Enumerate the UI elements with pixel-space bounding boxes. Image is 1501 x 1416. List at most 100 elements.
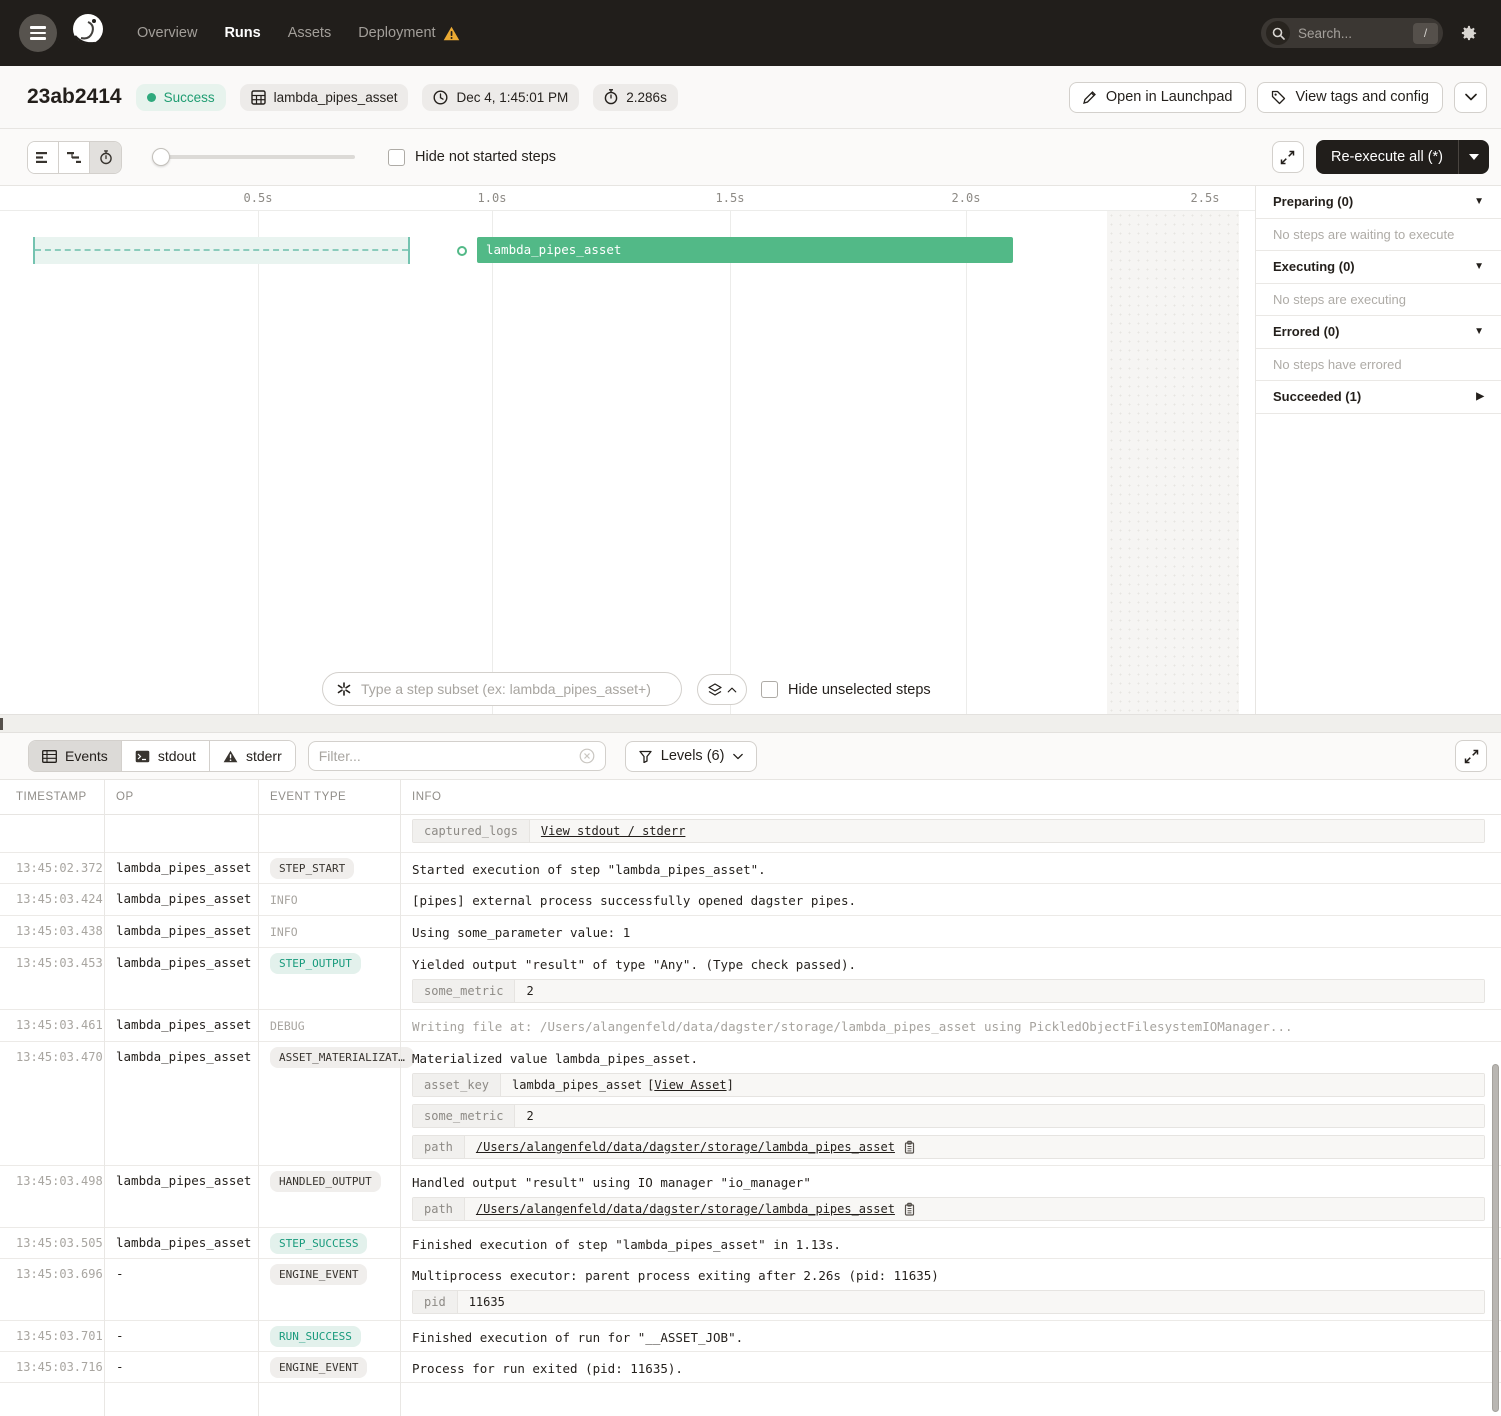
- reexecute-dropdown-button[interactable]: [1458, 140, 1489, 174]
- step-subset-filter[interactable]: [322, 672, 682, 706]
- hamburger-menu-button[interactable]: [19, 14, 57, 52]
- metadata-value-link[interactable]: /Users/alangenfeld/data/dagster/storage/…: [476, 1140, 895, 1154]
- layers-icon: [708, 683, 722, 697]
- global-search[interactable]: /: [1261, 18, 1443, 48]
- section-preparing-header[interactable]: Preparing (0) ▼: [1256, 186, 1501, 219]
- panel-splitter[interactable]: [0, 714, 1501, 733]
- vertical-scrollbar-thumb[interactable]: [1492, 1064, 1499, 1412]
- view-mode-flat-button[interactable]: [28, 142, 59, 173]
- tab-stdout[interactable]: stdout: [122, 741, 210, 771]
- copy-icon[interactable]: [903, 1202, 916, 1216]
- metadata-value: View stdout / stderr: [530, 820, 1484, 842]
- axis-tick: 1.0s: [468, 191, 516, 205]
- section-preparing-body: No steps are waiting to execute: [1256, 219, 1501, 252]
- open-in-launchpad-button[interactable]: Open in Launchpad: [1069, 82, 1247, 113]
- gridline: [258, 211, 259, 714]
- metadata-value: /Users/alangenfeld/data/dagster/storage/…: [465, 1136, 1484, 1158]
- event-message: Yielded output "result" of type "Any". (…: [412, 954, 1485, 972]
- splitter-handle[interactable]: [0, 718, 3, 730]
- table-icon: [42, 750, 57, 763]
- primary-nav: Overview Runs Assets Deployment: [137, 25, 460, 41]
- events-fullscreen-button[interactable]: [1455, 740, 1487, 772]
- view-mode-waterfall-button[interactable]: [59, 142, 90, 173]
- search-input[interactable]: [1298, 26, 1398, 41]
- gantt-step-bar[interactable]: lambda_pipes_asset: [477, 237, 1013, 263]
- view-tags-config-button[interactable]: View tags and config: [1257, 82, 1443, 113]
- section-title: Errored (0): [1273, 324, 1339, 339]
- reexecute-all-button[interactable]: Re-execute all (*): [1316, 140, 1458, 174]
- run-actions-dropdown-button[interactable]: [1454, 82, 1487, 113]
- tab-stderr[interactable]: stderr: [210, 741, 295, 771]
- log-filter[interactable]: [308, 741, 606, 771]
- nav-item-deployment[interactable]: Deployment: [358, 25, 459, 41]
- caret-right-icon: ▶: [1476, 391, 1484, 402]
- view-mode-timed-button[interactable]: [90, 142, 121, 173]
- dagster-logo-icon: [67, 10, 109, 52]
- metadata-value-link[interactable]: /Users/alangenfeld/data/dagster/storage/…: [476, 1202, 895, 1216]
- chevron-down-icon: [1465, 93, 1477, 101]
- gear-icon[interactable]: [1459, 24, 1478, 43]
- metadata-value-text: 11635: [469, 1295, 505, 1309]
- metadata-key: path: [413, 1136, 465, 1158]
- metadata-value: 2: [515, 980, 1484, 1002]
- step-waiting-span: [33, 237, 410, 264]
- col-op: OP: [104, 791, 258, 803]
- graph-query-toggle-button[interactable]: [697, 674, 747, 705]
- view-asset-link[interactable]: View Asset: [654, 1078, 726, 1092]
- step-status-panel: Preparing (0) ▼ No steps are waiting to …: [1255, 186, 1501, 714]
- event-type-badge: STEP_SUCCESS: [270, 1233, 367, 1254]
- event-timestamp: 13:45:03.696: [16, 1267, 103, 1281]
- log-filter-input[interactable]: [319, 748, 579, 764]
- section-executing-header[interactable]: Executing (0) ▼: [1256, 251, 1501, 284]
- metadata-tag: captured_logsView stdout / stderr: [412, 819, 1485, 843]
- event-op: -: [116, 1328, 124, 1343]
- gantt-toolbar: Hide not started steps Re-execute all (*…: [0, 129, 1501, 186]
- section-errored-header[interactable]: Errored (0) ▼: [1256, 316, 1501, 349]
- metadata-value-link[interactable]: View stdout / stderr: [541, 824, 686, 838]
- flat-view-icon: [36, 151, 51, 164]
- axis-tick: 0.5s: [234, 191, 282, 205]
- nav-label: Deployment: [358, 25, 435, 41]
- column-divider: [400, 780, 401, 1416]
- event-type-badge: STEP_START: [270, 858, 354, 879]
- section-succeeded-header[interactable]: Succeeded (1) ▶: [1256, 381, 1501, 414]
- levels-label: Levels (6): [661, 748, 725, 764]
- caret-down-icon: ▼: [1474, 326, 1484, 337]
- column-divider: [258, 780, 259, 1416]
- dagster-logo[interactable]: [67, 10, 109, 57]
- hide-not-started-checkbox[interactable]: [388, 149, 405, 166]
- table-body: captured_logsView stdout / stderr 13:45:0…: [0, 815, 1501, 1416]
- gantt-zoom-slider[interactable]: [155, 155, 355, 159]
- gantt-fullscreen-button[interactable]: [1272, 141, 1304, 173]
- event-message: Finished execution of step "lambda_pipes…: [412, 1234, 1485, 1252]
- copy-icon[interactable]: [903, 1140, 916, 1154]
- event-op: lambda_pipes_asset: [116, 891, 251, 906]
- event-timestamp: 13:45:03.461: [16, 1018, 103, 1032]
- job-chip[interactable]: lambda_pipes_asset: [240, 84, 409, 111]
- event-type-badge: INFO: [270, 921, 298, 943]
- section-title: Preparing (0): [1273, 194, 1353, 209]
- axis-tick: 1.5s: [706, 191, 754, 205]
- event-timestamp: 13:45:03.470: [16, 1050, 103, 1064]
- status-label: Success: [164, 90, 215, 105]
- event-type-badge: RUN_SUCCESS: [270, 1326, 361, 1347]
- tab-events[interactable]: Events: [29, 741, 122, 771]
- col-timestamp: TIMESTAMP: [0, 791, 104, 803]
- gantt-zoom-knob[interactable]: [152, 148, 170, 166]
- levels-dropdown-button[interactable]: Levels (6): [625, 741, 758, 772]
- event-type-badge: HANDLED_OUTPUT: [270, 1171, 381, 1192]
- terminal-icon: [135, 750, 150, 763]
- nav-item-runs[interactable]: Runs: [224, 25, 260, 41]
- nav-item-assets[interactable]: Assets: [288, 25, 332, 41]
- step-subset-input[interactable]: [361, 681, 668, 697]
- event-op: -: [116, 1359, 124, 1374]
- nav-item-overview[interactable]: Overview: [137, 25, 197, 41]
- table-row: 13:45:03.470lambda_pipes_assetASSET_MATE…: [0, 1042, 1501, 1166]
- event-timestamp: 13:45:03.453: [16, 956, 103, 970]
- event-timestamp: 13:45:03.498: [16, 1174, 103, 1188]
- clear-filter-icon[interactable]: [579, 748, 595, 764]
- waterfall-view-icon: [67, 151, 82, 164]
- hide-unselected-checkbox[interactable]: [761, 681, 778, 698]
- table-row: 13:45:03.696-ENGINE_EVENTMultiprocess ex…: [0, 1259, 1501, 1321]
- section-title: Executing (0): [1273, 259, 1355, 274]
